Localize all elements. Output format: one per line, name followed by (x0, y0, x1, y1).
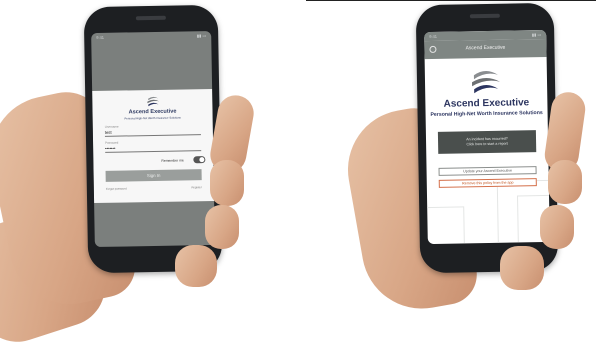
status-bar: 9:41 ▮▮ ▭ (91, 31, 211, 42)
report-line-2: Click here to start a report (466, 141, 508, 147)
brand-name: Ascend Executive (443, 97, 530, 110)
password-field[interactable]: ••••••• (105, 146, 115, 151)
password-underline (105, 150, 202, 153)
username-underline (104, 134, 201, 137)
background-line (424, 206, 466, 245)
status-time: 9:41 (96, 34, 105, 40)
remember-me-label: Remember me (161, 158, 184, 163)
top-border-line (306, 0, 596, 1)
right-hand-finger (500, 246, 544, 290)
battery-icon: ▮▮ ▭ (531, 32, 542, 38)
username-label: Username (104, 124, 119, 129)
right-hand-finger (540, 205, 574, 249)
brand-tagline: Personal High-Net Worth Insurance Soluti… (124, 115, 181, 121)
status-time: 9:41 (429, 33, 438, 39)
left-hand-finger (205, 205, 239, 249)
wave-logo-icon (472, 71, 501, 94)
forgot-password-link[interactable]: Forgot password (106, 186, 127, 190)
username-field[interactable]: test (105, 130, 112, 135)
phone-speaker (469, 13, 500, 19)
right-hand-finger (548, 160, 582, 204)
left-hand-finger (175, 245, 217, 287)
start-report-button[interactable]: An incident has occurred? Click here to … (437, 130, 537, 154)
home-screen: 9:41 ▮▮ ▭ Ascend Executive Ascend Execut… (424, 29, 550, 245)
login-screen: 9:41 ▮▮ ▭ Ascend Executive Personal High… (91, 30, 215, 248)
wave-logo-icon (147, 96, 160, 107)
phone-speaker (135, 15, 166, 21)
battery-icon: ▮▮ ▭ (196, 33, 207, 39)
app-header: Ascend Executive (424, 38, 547, 60)
phone-home: 9:41 ▮▮ ▭ Ascend Executive Ascend Execut… (415, 2, 559, 274)
phone-login: 9:41 ▮▮ ▭ Ascend Executive Personal High… (83, 4, 223, 274)
remove-policy-button[interactable]: Remove this policy from the app (438, 178, 537, 188)
login-card: Ascend Executive Personal High-Net Worth… (92, 88, 215, 204)
brand-tagline: Personal High-Net Worth Insurance Soluti… (430, 110, 543, 118)
update-button[interactable]: Update your Ascend Executive (438, 166, 537, 176)
header-title: Ascend Executive (465, 44, 506, 52)
left-hand-finger (210, 160, 244, 206)
remember-me-toggle[interactable] (193, 156, 206, 164)
password-label: Password (105, 140, 119, 145)
register-link[interactable]: Register (191, 185, 201, 189)
sign-in-button[interactable]: Sign In (105, 169, 202, 182)
